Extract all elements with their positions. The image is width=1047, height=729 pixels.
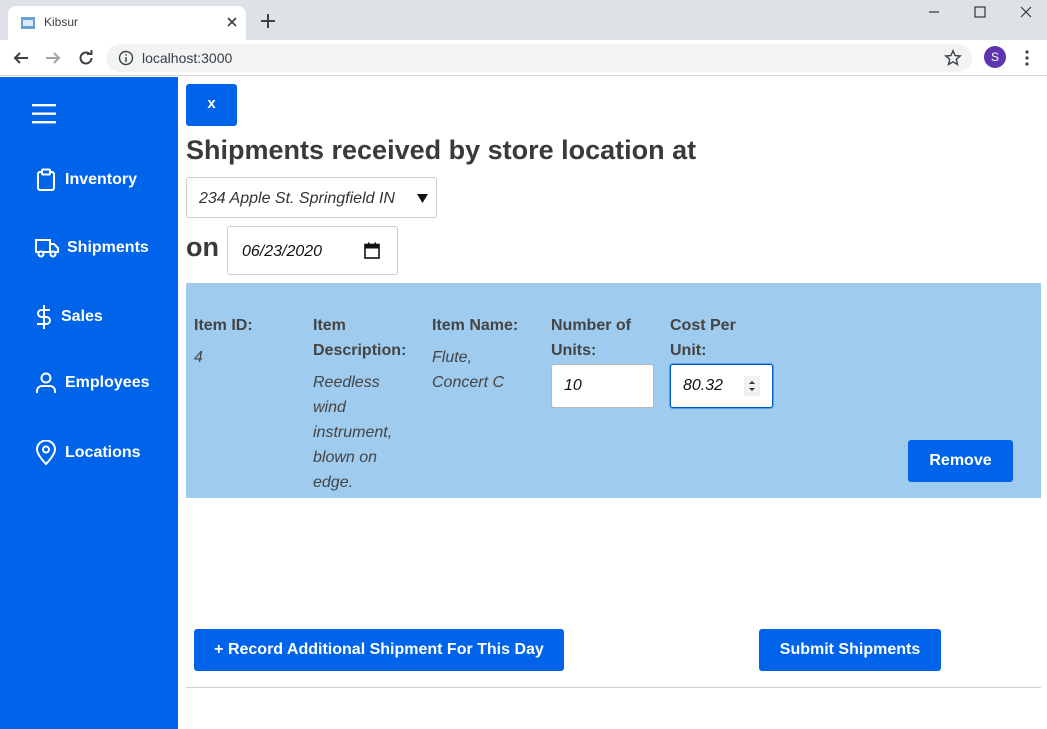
address-bar[interactable]: localhost:3000 — [106, 44, 972, 72]
clipboard-icon — [37, 168, 55, 191]
hamburger-menu-icon[interactable] — [32, 103, 56, 125]
header-line: Description: — [313, 342, 407, 359]
record-additional-shipment-button[interactable]: + Record Additional Shipment For This Da… — [194, 629, 564, 671]
calendar-icon[interactable] — [364, 242, 380, 259]
name-line: Flute, — [432, 349, 473, 366]
main-content: x Shipments received by store location a… — [178, 77, 1047, 729]
sidebar-item-sales[interactable]: Sales — [35, 304, 103, 330]
dollar-icon — [37, 305, 51, 329]
on-label: on — [186, 232, 219, 262]
sidebar-item-shipments[interactable]: Shipments — [35, 237, 149, 259]
remove-button[interactable]: Remove — [908, 440, 1013, 482]
close-button[interactable]: x — [186, 84, 237, 126]
item-id-value: 4 — [194, 349, 203, 366]
user-icon — [36, 372, 56, 393]
back-icon[interactable] — [12, 49, 30, 67]
description-line: blown on — [313, 449, 378, 466]
favicon-icon — [21, 17, 35, 29]
sidebar-item-label: Shipments — [67, 239, 149, 256]
cost-input[interactable]: 80.32 — [670, 364, 773, 408]
forward-icon[interactable] — [44, 49, 62, 67]
sidebar-item-label: Inventory — [65, 171, 138, 188]
url-text: localhost:3000 — [142, 50, 233, 66]
number-of-units-header: Number of Units: — [551, 313, 631, 363]
units-input[interactable]: 10 — [551, 364, 654, 408]
item-name-header: Item Name: — [432, 317, 519, 334]
browser-toolbar: localhost:3000 S — [0, 40, 1047, 76]
item-description-value: Reedless wind instrument, blown on edge. — [313, 370, 392, 495]
name-line: Concert C — [432, 374, 505, 391]
description-line: instrument, — [313, 424, 393, 441]
new-tab-icon[interactable] — [259, 12, 277, 30]
item-description-header: Item Description: — [313, 313, 406, 363]
maximize-icon[interactable] — [972, 4, 988, 20]
page-title: Shipments received by store location at — [186, 135, 697, 165]
minimize-icon[interactable] — [926, 4, 942, 20]
browser-titlebar: Kibsur — [0, 0, 1047, 40]
header-line: Number of — [551, 317, 631, 334]
tab-title: Kibsur — [44, 15, 79, 29]
header-line: Cost Per — [670, 317, 736, 334]
location-select-value: 234 Apple St. Springfield IN — [199, 190, 395, 207]
divider — [186, 687, 1041, 688]
header-line: Item — [313, 317, 346, 334]
caret-down-icon — [417, 194, 428, 203]
sidebar-item-employees[interactable]: Employees — [35, 371, 149, 395]
info-icon[interactable] — [118, 50, 134, 66]
sidebar-item-label: Employees — [65, 374, 150, 391]
cost-per-unit-header: Cost Per Unit: — [670, 313, 736, 363]
more-menu-icon[interactable] — [1019, 49, 1035, 67]
sidebar-item-locations[interactable]: Locations — [35, 440, 141, 466]
map-pin-icon — [35, 440, 57, 466]
description-line: edge. — [313, 474, 354, 491]
submit-shipments-button[interactable]: Submit Shipments — [759, 629, 941, 671]
item-id-header: Item ID: — [194, 317, 253, 334]
sidebar-item-label: Sales — [61, 308, 103, 325]
truck-icon — [35, 239, 59, 258]
location-select[interactable]: 234 Apple St. Springfield IN — [186, 177, 437, 218]
tab-close-icon[interactable] — [224, 14, 240, 30]
item-name-value: Flute, Concert C — [432, 345, 504, 395]
profile-avatar[interactable]: S — [984, 46, 1006, 68]
date-input[interactable]: 06/23/2020 — [227, 226, 398, 275]
spinner-arrows-icon[interactable] — [744, 376, 760, 396]
description-line: wind — [313, 399, 346, 416]
reload-icon[interactable] — [77, 49, 95, 67]
sidebar-item-label: Locations — [65, 444, 141, 461]
header-line: Units: — [551, 342, 597, 359]
bookmark-star-icon[interactable] — [944, 49, 962, 67]
header-line: Unit: — [670, 342, 707, 359]
browser-tab[interactable]: Kibsur — [8, 6, 246, 40]
sidebar-item-inventory[interactable]: Inventory — [35, 168, 137, 192]
units-value: 10 — [564, 377, 582, 394]
cost-value: 80.32 — [683, 377, 724, 394]
date-value: 06/23/2020 — [242, 243, 323, 260]
shipment-row: Item ID: 4 Item Description: Reedless wi… — [186, 283, 1041, 498]
window-close-icon[interactable] — [1018, 4, 1034, 20]
sidebar: Inventory Shipments Sales Employees Loca… — [0, 77, 178, 729]
description-line: Reedless — [313, 374, 380, 391]
